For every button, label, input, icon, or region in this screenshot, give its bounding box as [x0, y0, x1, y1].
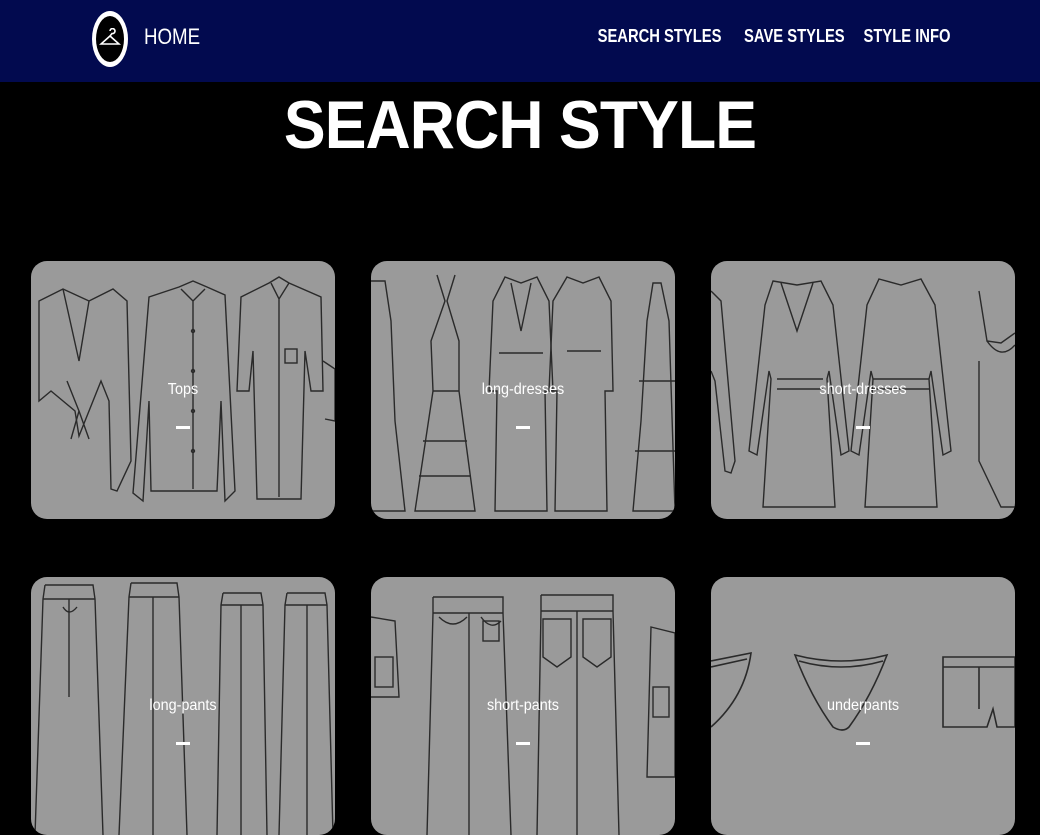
logo-inner	[96, 16, 124, 62]
logo[interactable]	[92, 11, 128, 67]
category-underline	[176, 742, 190, 745]
category-underline	[176, 426, 190, 429]
page-title: SEARCH STYLE	[283, 87, 757, 163]
nav-links: SEARCH STYLES SAVE STYLES STYLE INFO	[592, 26, 952, 47]
category-card-short-dresses[interactable]: short-dresses	[711, 261, 1015, 519]
category-card-tops[interactable]: Tops	[31, 261, 335, 519]
category-underline	[856, 742, 870, 745]
nav-link-search-styles[interactable]: SEARCH STYLES	[598, 26, 722, 47]
hanger-icon	[99, 28, 121, 45]
category-card-short-pants[interactable]: short-pants	[371, 577, 675, 835]
category-card-long-pants[interactable]: long-pants	[31, 577, 335, 835]
category-underline	[516, 426, 530, 429]
category-card-long-dresses[interactable]: long-dresses	[371, 261, 675, 519]
category-label: short-dresses	[819, 381, 907, 398]
category-card-underpants[interactable]: underpants	[711, 577, 1015, 835]
navbar: HOME SEARCH STYLES SAVE STYLES STYLE INF…	[0, 0, 1040, 82]
category-label: Tops	[167, 381, 199, 398]
category-label: underpants	[826, 697, 900, 714]
nav-link-save-styles[interactable]: SAVE STYLES	[744, 26, 845, 47]
category-label: long-dresses	[481, 381, 565, 398]
category-label: short-pants	[486, 697, 560, 714]
nav-link-style-info[interactable]: STYLE INFO	[864, 26, 951, 47]
category-underline	[516, 742, 530, 745]
category-underline	[856, 426, 870, 429]
category-label: long-pants	[149, 697, 217, 714]
home-link[interactable]: HOME	[144, 24, 200, 50]
